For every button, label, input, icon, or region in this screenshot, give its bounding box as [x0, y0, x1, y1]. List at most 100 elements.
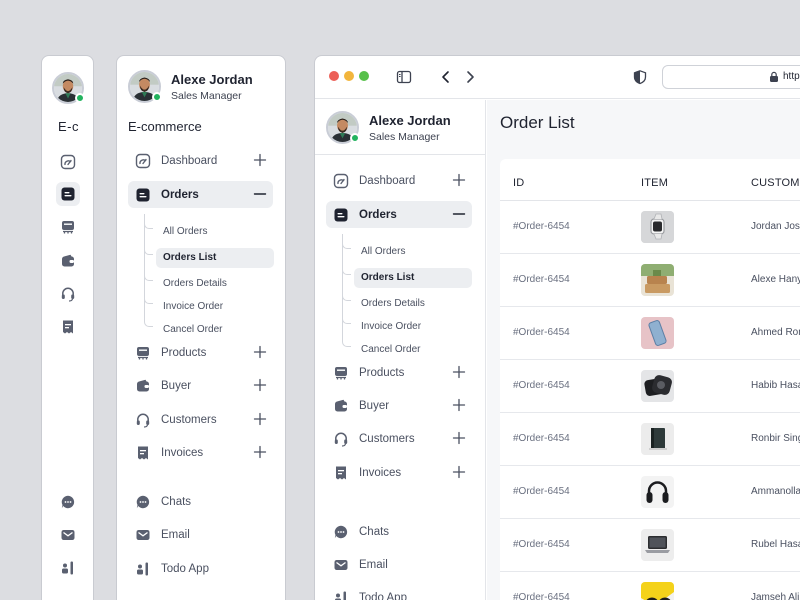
avatar[interactable]	[52, 72, 85, 104]
sidebar-toggle-icon[interactable]	[395, 68, 413, 86]
rail-buyer-icon[interactable]	[56, 249, 80, 273]
user-profile[interactable]: Alexe Jordan Sales Manager	[128, 70, 253, 103]
nav-item-todo-app[interactable]: Todo App	[326, 584, 472, 600]
expand-plus-icon[interactable]	[452, 398, 466, 412]
nav-item-email[interactable]: Email	[128, 521, 273, 548]
forward-arrow-icon[interactable]	[461, 68, 479, 86]
submenu-orders-details[interactable]: Orders Details	[342, 291, 472, 311]
table-row[interactable]: #Order-6454 Ahmed Ron	[500, 307, 800, 360]
submenu-all-orders[interactable]: All Orders	[144, 219, 274, 239]
nav-item-chats[interactable]: Chats	[326, 518, 472, 545]
collapse-minus-icon[interactable]	[253, 187, 267, 201]
nav-item-chats[interactable]: Chats	[128, 488, 273, 515]
rail-dashboard-icon[interactable]	[56, 150, 80, 174]
expand-plus-icon[interactable]	[253, 378, 267, 392]
user-role: Sales Manager	[369, 130, 440, 143]
nav-label: Email	[161, 528, 190, 541]
rail-orders-icon[interactable]	[56, 182, 80, 206]
submenu-orders-details[interactable]: Orders Details	[144, 271, 274, 291]
submenu-all-orders[interactable]: All Orders	[342, 239, 472, 259]
nav-item-orders[interactable]: Orders	[326, 201, 472, 228]
back-arrow-icon[interactable]	[437, 68, 455, 86]
order-id[interactable]: #Order-6454	[513, 221, 570, 232]
expand-plus-icon[interactable]	[253, 153, 267, 167]
submenu-invoice-order[interactable]: Invoice Order	[144, 294, 274, 314]
user-role: Sales Manager	[171, 89, 242, 102]
order-table: ID ITEM CUSTOME #Order-6454 Jordan Jos #…	[500, 159, 800, 600]
nav-item-orders[interactable]: Orders	[128, 181, 273, 208]
submenu-invoice-order[interactable]: Invoice Order	[342, 314, 472, 334]
page-title: Order List	[500, 113, 575, 132]
user-profile[interactable]: Alexe Jordan Sales Manager	[326, 111, 451, 144]
table-row[interactable]: #Order-6454 Rubel Hasa	[500, 519, 800, 572]
order-id[interactable]: #Order-6454	[513, 433, 570, 444]
expand-plus-icon[interactable]	[452, 431, 466, 445]
order-id[interactable]: #Order-6454	[513, 274, 570, 285]
expand-plus-icon[interactable]	[253, 412, 267, 426]
table-row[interactable]: #Order-6454 Ammanolla	[500, 466, 800, 519]
order-id[interactable]: #Order-6454	[513, 327, 570, 338]
close-window-button[interactable]	[329, 71, 339, 81]
customer-name: Ronbir Sing	[751, 433, 800, 444]
column-header-item[interactable]: ITEM	[641, 177, 668, 189]
rail-products-icon[interactable]	[56, 215, 80, 239]
address-bar[interactable]: https	[662, 65, 800, 89]
customers-icon	[333, 431, 349, 447]
submenu-cancel-order[interactable]: Cancel Order	[144, 317, 274, 337]
rail-email-icon[interactable]	[56, 523, 80, 547]
email-icon	[333, 557, 349, 573]
column-header-id[interactable]: ID	[513, 177, 524, 189]
privacy-shield-icon[interactable]	[631, 68, 649, 86]
nav-item-invoices[interactable]: Invoices	[326, 459, 472, 486]
expand-plus-icon[interactable]	[253, 345, 267, 359]
table-row[interactable]: #Order-6454 Jordan Jos	[500, 201, 800, 254]
avatar	[326, 111, 360, 144]
product-thumbnail-laptop	[641, 529, 674, 561]
nav-item-email[interactable]: Email	[326, 551, 472, 578]
table-row[interactable]: #Order-6454 Ronbir Sing	[500, 413, 800, 466]
expand-plus-icon[interactable]	[452, 173, 466, 187]
expand-plus-icon[interactable]	[253, 445, 267, 459]
minimize-window-button[interactable]	[344, 71, 354, 81]
url-text: https	[783, 71, 800, 82]
nav-item-products[interactable]: Products	[326, 359, 472, 386]
rail-chats-icon[interactable]	[56, 490, 80, 514]
nav-label: Dashboard	[161, 154, 218, 167]
nav-label: Orders	[359, 208, 397, 221]
nav-item-customers[interactable]: Customers	[326, 425, 472, 452]
rail-invoices-icon[interactable]	[56, 315, 80, 339]
nav-item-buyer[interactable]: Buyer	[326, 392, 472, 419]
nav-item-invoices[interactable]: Invoices	[128, 439, 273, 466]
nav-item-buyer[interactable]: Buyer	[128, 372, 273, 399]
order-id[interactable]: #Order-6454	[513, 380, 570, 391]
nav-label: Invoices	[161, 446, 204, 459]
nav-item-customers[interactable]: Customers	[128, 406, 273, 433]
table-row[interactable]: #Order-6454 Habib Hasa	[500, 360, 800, 413]
maximize-window-button[interactable]	[359, 71, 369, 81]
chats-icon	[333, 524, 349, 540]
expand-plus-icon[interactable]	[452, 465, 466, 479]
nav-item-dashboard[interactable]: Dashboard	[128, 147, 273, 174]
rail-todo-icon[interactable]	[56, 556, 80, 580]
rail-customers-icon[interactable]	[56, 282, 80, 306]
nav-item-products[interactable]: Products	[128, 339, 273, 366]
submenu-cancel-order[interactable]: Cancel Order	[342, 337, 472, 357]
table-row[interactable]: #Order-6454 Jamseh Ali	[500, 572, 800, 600]
nav-item-todo-app[interactable]: Todo App	[128, 555, 273, 582]
table-row[interactable]: #Order-6454 Alexe Hany	[500, 254, 800, 307]
customer-name: Alexe Hany	[751, 274, 800, 285]
online-status-dot	[152, 92, 162, 102]
column-header-customer[interactable]: CUSTOME	[751, 177, 800, 189]
browser-window: https Alexe Jordan Sales Manager Dashboa…	[314, 55, 800, 600]
nav-label: Orders	[161, 188, 199, 201]
order-id[interactable]: #Order-6454	[513, 486, 570, 497]
submenu-orders-list[interactable]: Orders List	[342, 265, 472, 288]
rail-brand-title: E-c	[58, 119, 79, 134]
order-id[interactable]: #Order-6454	[513, 592, 570, 600]
expand-plus-icon[interactable]	[452, 365, 466, 379]
product-thumbnail-wooden-boxes	[641, 264, 674, 296]
collapse-minus-icon[interactable]	[452, 207, 466, 221]
submenu-orders-list[interactable]: Orders List	[144, 245, 274, 268]
order-id[interactable]: #Order-6454	[513, 539, 570, 550]
nav-item-dashboard[interactable]: Dashboard	[326, 167, 472, 194]
